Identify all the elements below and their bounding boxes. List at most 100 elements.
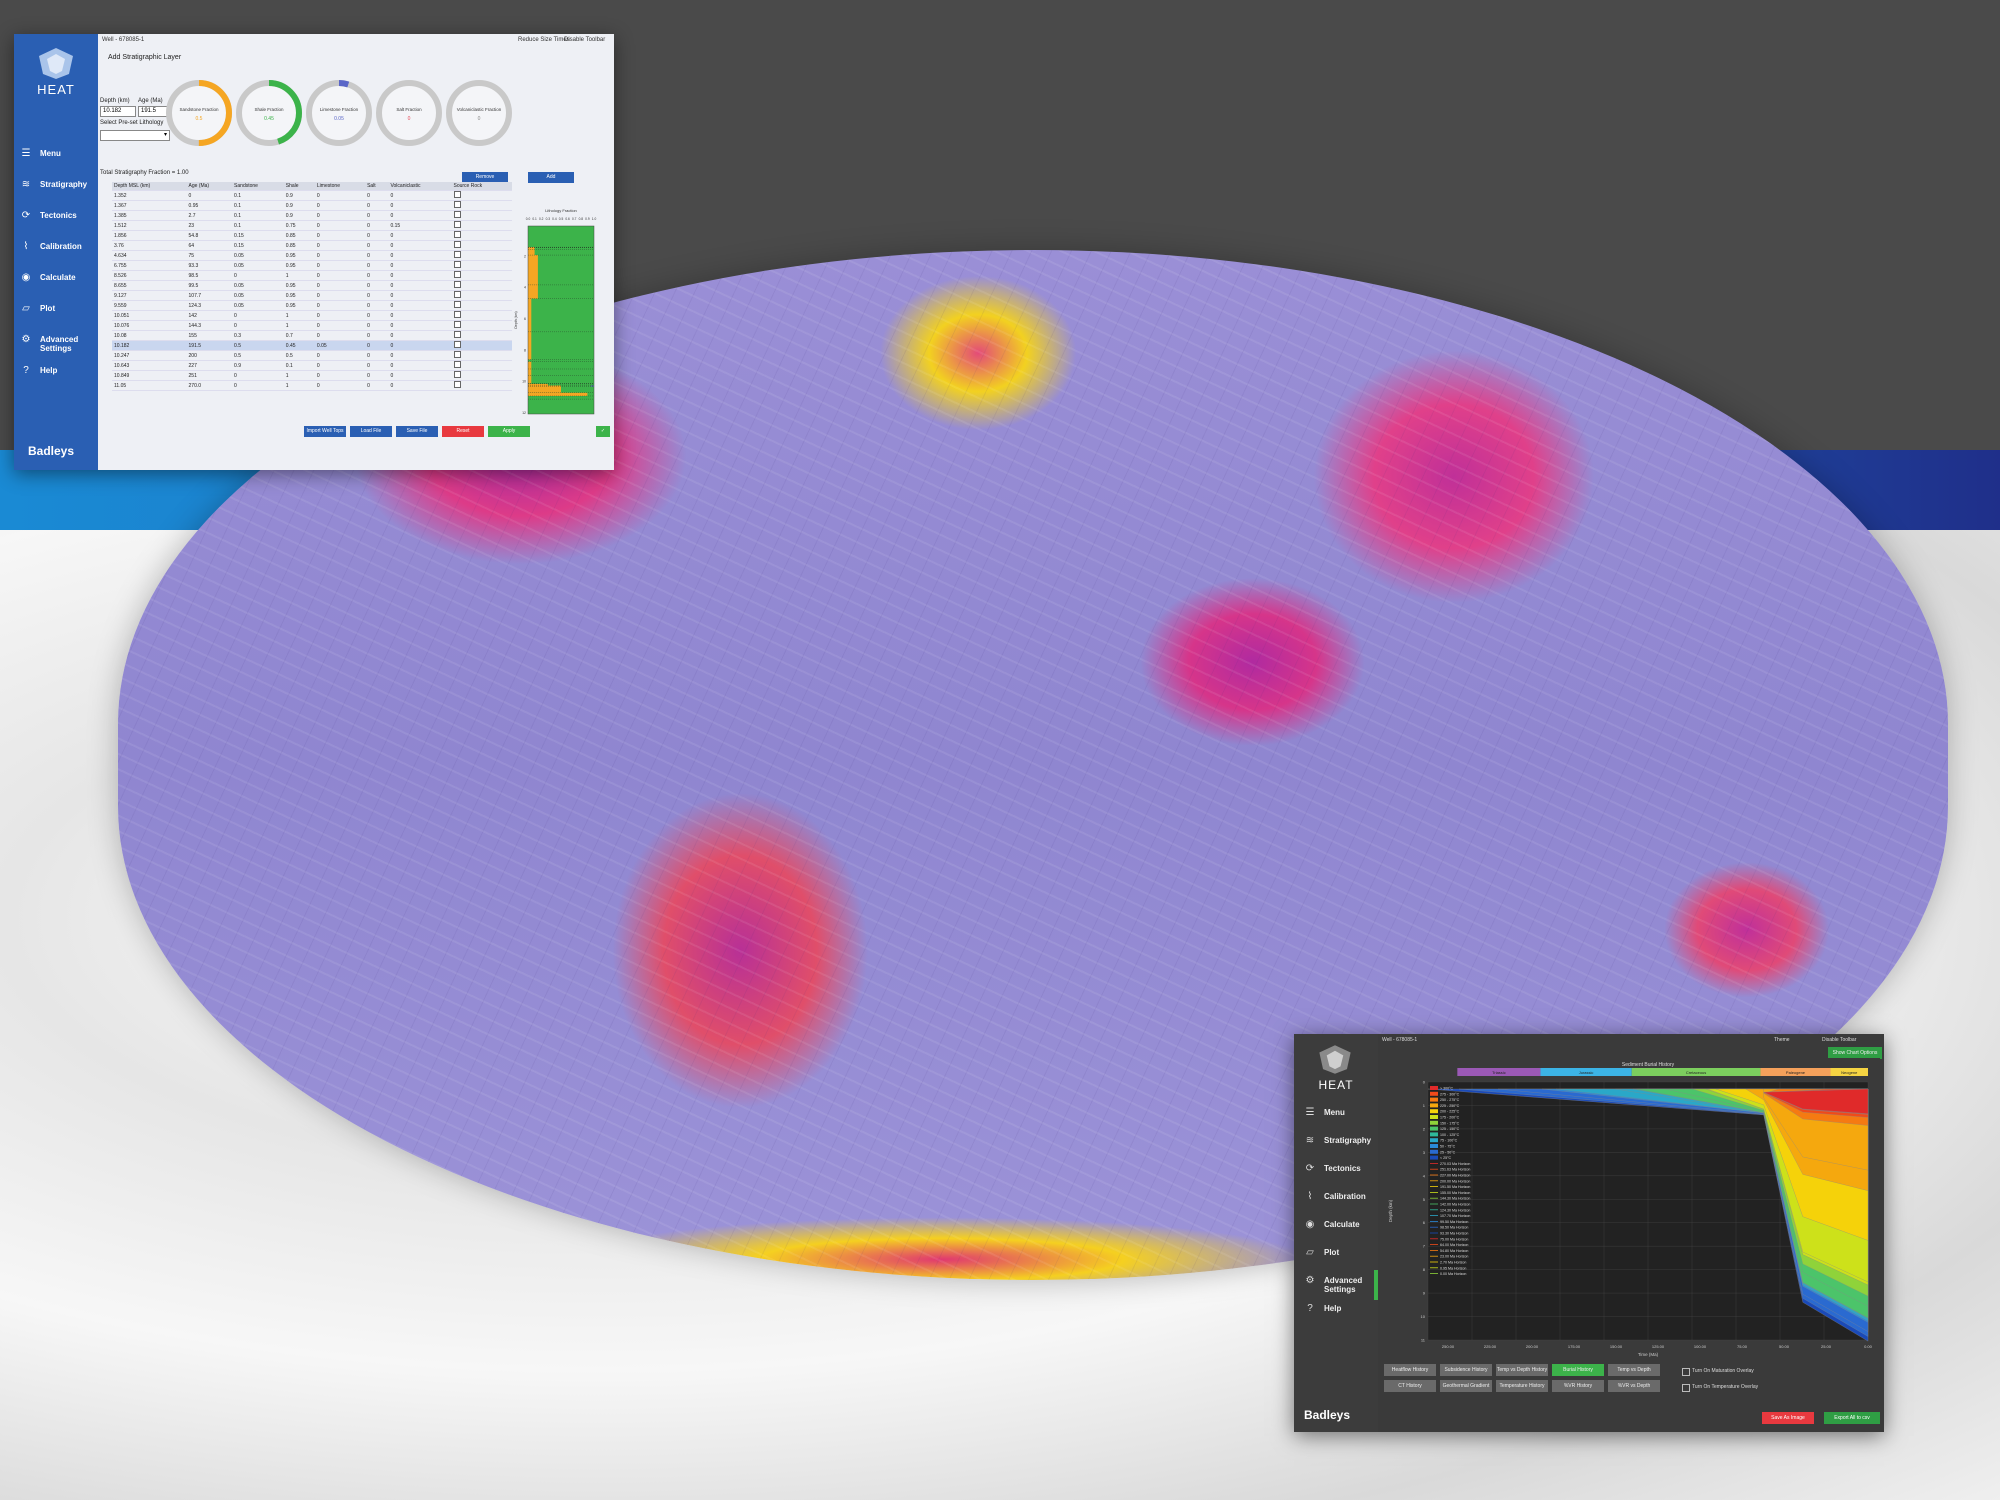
table-cell[interactable]: 0 bbox=[388, 230, 452, 242]
nav-item-menu[interactable]: ☰ Menu bbox=[14, 140, 98, 168]
table-row[interactable]: 1.367 0.95 0.1 0.9 0 0 0 bbox=[112, 200, 512, 212]
table-cell[interactable]: 0 bbox=[388, 310, 452, 322]
table-cell[interactable]: 0 bbox=[314, 310, 366, 322]
table-cell[interactable]: 0 bbox=[388, 250, 452, 262]
table-cell[interactable]: 0.9 bbox=[232, 360, 284, 372]
table-cell[interactable]: 0 bbox=[314, 330, 366, 342]
nav-item-advanced-settings[interactable]: ⚙ Advanced Settings bbox=[1294, 1268, 1378, 1294]
maturation-overlay-checkbox[interactable] bbox=[1682, 1368, 1690, 1376]
table-cell[interactable]: 0 bbox=[232, 310, 284, 322]
table-row[interactable]: 3.76 64 0.15 0.85 0 0 0 bbox=[112, 240, 512, 252]
column-header[interactable]: Age (Ma) bbox=[186, 182, 233, 192]
source-rock-checkbox[interactable] bbox=[453, 201, 461, 209]
tab-heatflow-history[interactable]: Heatflow History bbox=[1384, 1364, 1436, 1376]
table-cell[interactable]: 270.0 bbox=[186, 380, 233, 392]
source-rock-checkbox[interactable] bbox=[453, 221, 461, 229]
table-cell[interactable]: 0 bbox=[314, 250, 366, 262]
table-cell[interactable]: 0 bbox=[314, 240, 366, 252]
table-cell[interactable]: 98.5 bbox=[186, 270, 233, 282]
table-cell[interactable]: 10.076 bbox=[112, 320, 187, 332]
tab-subsidence-history[interactable]: Subsidence History bbox=[1440, 1364, 1492, 1376]
table-cell[interactable]: 64 bbox=[186, 240, 233, 252]
source-rock-checkbox[interactable] bbox=[453, 191, 461, 199]
table-cell[interactable]: 0 bbox=[388, 350, 452, 362]
reduce-size-toggle[interactable]: Reduce Size Times bbox=[518, 37, 570, 43]
nav-item-plot[interactable]: ▱ Plot bbox=[14, 295, 98, 323]
table-cell[interactable]: 0 bbox=[365, 380, 389, 392]
source-rock-checkbox[interactable] bbox=[453, 361, 461, 369]
table-cell[interactable]: 251 bbox=[186, 370, 233, 382]
table-cell[interactable]: 0 bbox=[365, 220, 389, 232]
table-row[interactable]: 10.849 251 0 1 0 0 0 bbox=[112, 370, 512, 382]
table-cell[interactable]: 0 bbox=[365, 370, 389, 382]
table-cell[interactable]: 0 bbox=[314, 320, 366, 332]
table-cell[interactable]: 0.95 bbox=[283, 260, 315, 272]
table-cell[interactable]: 0 bbox=[365, 250, 389, 262]
column-header[interactable]: Depth MSL (km) bbox=[112, 182, 187, 192]
tab--vr-history[interactable]: %VR History bbox=[1552, 1380, 1604, 1392]
table-cell[interactable]: 0.05 bbox=[232, 260, 284, 272]
nav-item-stratigraphy[interactable]: ≋ Stratigraphy bbox=[1294, 1128, 1378, 1154]
source-rock-checkbox[interactable] bbox=[453, 301, 461, 309]
table-cell[interactable]: 0 bbox=[314, 280, 366, 292]
table-cell[interactable]: 0 bbox=[314, 190, 366, 202]
save-file-button[interactable]: Save File bbox=[396, 426, 438, 437]
table-cell[interactable]: 10.051 bbox=[112, 310, 187, 322]
table-cell[interactable]: 1 bbox=[283, 310, 315, 322]
nav-item-advanced-settings[interactable]: ⚙ Advanced Settings bbox=[14, 326, 98, 354]
table-cell[interactable]: 0 bbox=[314, 260, 366, 272]
table-cell[interactable]: 0.95 bbox=[186, 200, 233, 212]
table-cell[interactable]: 0 bbox=[388, 370, 452, 382]
table-cell[interactable]: 0.05 bbox=[232, 300, 284, 312]
table-cell[interactable]: 0 bbox=[388, 260, 452, 272]
temperature-overlay-checkbox[interactable] bbox=[1682, 1384, 1690, 1392]
source-rock-checkbox[interactable] bbox=[453, 351, 461, 359]
table-cell[interactable]: 0.05 bbox=[314, 340, 366, 352]
tab-ct-history[interactable]: CT History bbox=[1384, 1380, 1436, 1392]
table-cell[interactable]: 0.95 bbox=[283, 300, 315, 312]
table-cell[interactable]: 0.5 bbox=[283, 350, 315, 362]
table-cell[interactable]: 0.05 bbox=[232, 250, 284, 262]
table-cell[interactable]: 8.655 bbox=[112, 280, 187, 292]
table-cell[interactable]: 4.634 bbox=[112, 250, 187, 262]
table-cell[interactable]: 0.1 bbox=[283, 360, 315, 372]
table-cell[interactable]: 0 bbox=[365, 190, 389, 202]
table-cell[interactable]: 0 bbox=[388, 210, 452, 222]
source-rock-checkbox[interactable] bbox=[453, 321, 461, 329]
table-cell[interactable]: 0 bbox=[314, 290, 366, 302]
table-row[interactable]: 11.05 270.0 0 1 0 0 0 bbox=[112, 380, 512, 392]
table-cell[interactable]: 1.367 bbox=[112, 200, 187, 212]
table-cell[interactable]: 1.856 bbox=[112, 230, 187, 242]
column-header[interactable]: Source Rock bbox=[451, 182, 512, 192]
table-cell[interactable]: 227 bbox=[186, 360, 233, 372]
column-header[interactable]: Sandstone bbox=[232, 182, 284, 192]
table-cell[interactable]: 9.127 bbox=[112, 290, 187, 302]
column-header[interactable]: Salt bbox=[365, 182, 389, 192]
table-cell[interactable]: 0 bbox=[388, 240, 452, 252]
table-cell[interactable]: 0 bbox=[388, 380, 452, 392]
table-row[interactable]: 1.385 2.7 0.1 0.9 0 0 0 bbox=[112, 210, 512, 222]
table-cell[interactable]: 124.3 bbox=[186, 300, 233, 312]
source-rock-checkbox[interactable] bbox=[453, 341, 461, 349]
table-row[interactable]: 6.755 93.3 0.05 0.95 0 0 0 bbox=[112, 260, 512, 272]
table-cell[interactable]: 0.3 bbox=[232, 330, 284, 342]
theme-select[interactable]: Theme bbox=[1774, 1037, 1790, 1043]
table-cell[interactable]: 0.1 bbox=[232, 190, 284, 202]
table-cell[interactable]: 144.3 bbox=[186, 320, 233, 332]
table-cell[interactable]: 1 bbox=[283, 370, 315, 382]
source-rock-checkbox[interactable] bbox=[453, 281, 461, 289]
nav-item-tectonics[interactable]: ⟳ Tectonics bbox=[14, 202, 98, 230]
table-cell[interactable]: 0 bbox=[365, 280, 389, 292]
source-rock-checkbox[interactable] bbox=[453, 331, 461, 339]
table-cell[interactable]: 0 bbox=[232, 370, 284, 382]
source-rock-checkbox[interactable] bbox=[453, 371, 461, 379]
table-cell[interactable]: 0.7 bbox=[283, 330, 315, 342]
table-cell[interactable]: 0 bbox=[314, 360, 366, 372]
table-cell[interactable]: 23 bbox=[186, 220, 233, 232]
table-cell[interactable]: 0 bbox=[232, 320, 284, 332]
table-cell[interactable]: 0 bbox=[186, 190, 233, 202]
table-cell[interactable]: 0 bbox=[388, 340, 452, 352]
column-header[interactable]: Limestone bbox=[314, 182, 366, 192]
table-row[interactable]: 8.655 99.5 0.05 0.95 0 0 0 bbox=[112, 280, 512, 292]
table-cell[interactable]: 6.755 bbox=[112, 260, 187, 272]
